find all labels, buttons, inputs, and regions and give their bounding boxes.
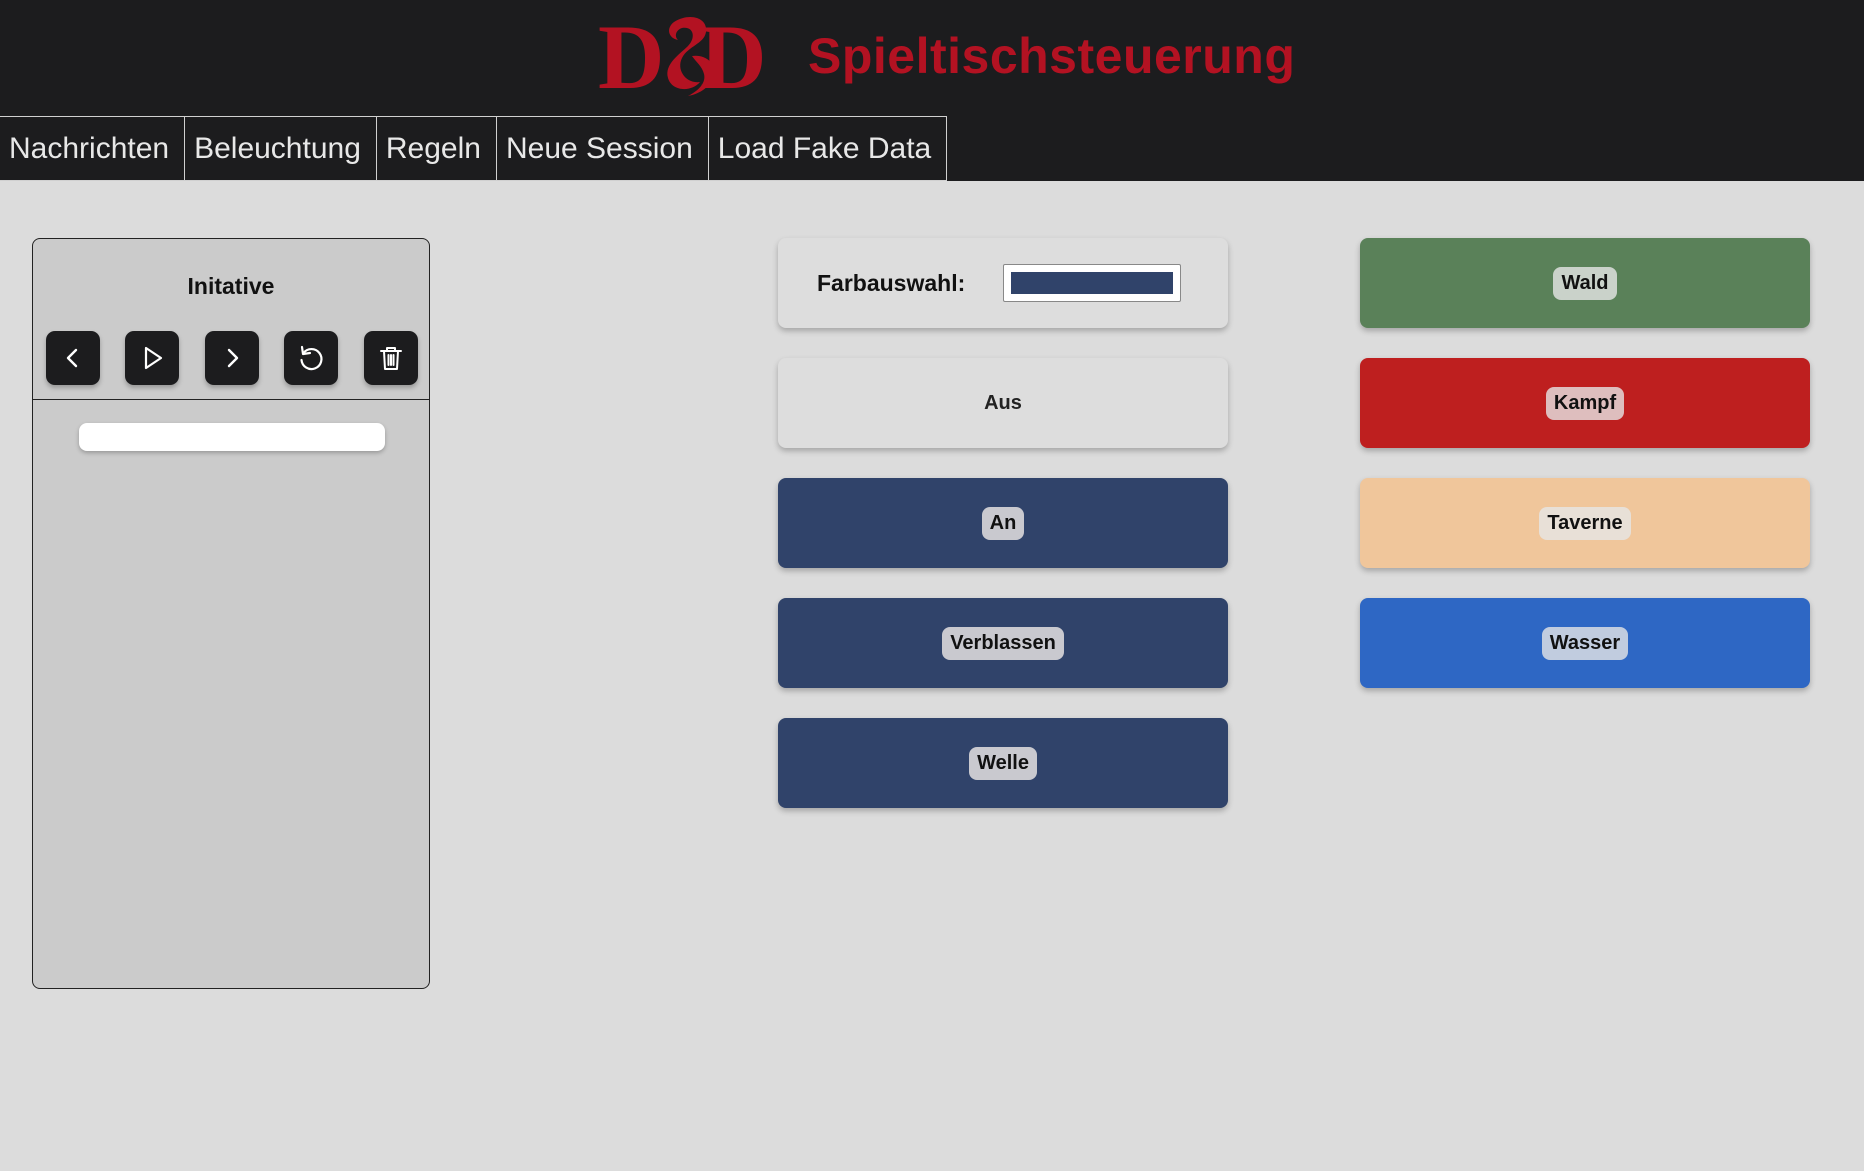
light-on-label: An <box>981 506 1025 540</box>
initiative-title: Initative <box>187 273 275 299</box>
previous-button[interactable] <box>46 331 100 385</box>
nav-regeln[interactable]: Regeln <box>376 116 497 181</box>
nav-beleuchtung[interactable]: Beleuchtung <box>185 116 377 181</box>
nav-neue-session[interactable]: Neue Session <box>496 116 709 181</box>
initiative-input[interactable] <box>79 423 385 451</box>
main-nav: Nachrichten Beleuchtung Regeln Neue Sess… <box>0 116 948 181</box>
trash-icon <box>380 347 402 370</box>
color-picker-card: Farbauswahl: <box>778 238 1228 328</box>
scene-wald-label: Wald <box>1553 266 1617 300</box>
light-fade-label: Verblassen <box>942 626 1064 660</box>
scene-kampf-button[interactable]: Kampf <box>1360 358 1810 448</box>
brand: D D Spieltischsteuerung <box>596 8 1295 104</box>
nav-load-fake-data[interactable]: Load Fake Data <box>708 116 948 181</box>
play-icon <box>144 346 163 370</box>
start-button[interactable] <box>125 331 179 385</box>
svg-text:D: D <box>700 8 766 104</box>
scene-taverne-label: Taverne <box>1539 506 1631 540</box>
light-fade-button[interactable]: Verblassen <box>778 598 1228 688</box>
light-off-button[interactable]: Aus <box>778 358 1228 448</box>
reset-icon <box>300 345 323 371</box>
app-title: Spieltischsteuerung <box>808 28 1296 84</box>
light-on-button[interactable]: An <box>778 478 1228 568</box>
scene-wasser-label: Wasser <box>1541 626 1629 660</box>
color-picker-swatch <box>1011 272 1174 294</box>
light-off-label: Aus <box>984 391 1022 414</box>
scene-wasser-button[interactable]: Wasser <box>1360 598 1810 688</box>
top-bar: D D Spieltischsteuerung Nachrichten Bele… <box>0 0 1864 181</box>
scene-kampf-label: Kampf <box>1545 386 1625 420</box>
initiative-divider <box>33 399 429 400</box>
next-button[interactable] <box>205 331 259 385</box>
color-picker-input[interactable] <box>1003 264 1182 302</box>
scene-wald-button[interactable]: Wald <box>1360 238 1810 328</box>
reset-button[interactable] <box>284 331 338 385</box>
color-picker-label: Farbauswahl: <box>817 269 966 296</box>
chevron-right-icon <box>227 348 239 368</box>
initiative-panel: Initative <box>32 238 430 989</box>
delete-button[interactable] <box>364 331 418 385</box>
initiative-controls <box>33 331 429 385</box>
dnd-logo: D D <box>598 8 766 104</box>
light-wave-button[interactable]: Welle <box>778 718 1228 808</box>
scene-taverne-button[interactable]: Taverne <box>1360 478 1810 568</box>
chevron-left-icon <box>66 348 78 368</box>
svg-text:D: D <box>598 8 660 104</box>
light-wave-label: Welle <box>969 746 1037 780</box>
nav-nachrichten[interactable]: Nachrichten <box>0 116 186 181</box>
